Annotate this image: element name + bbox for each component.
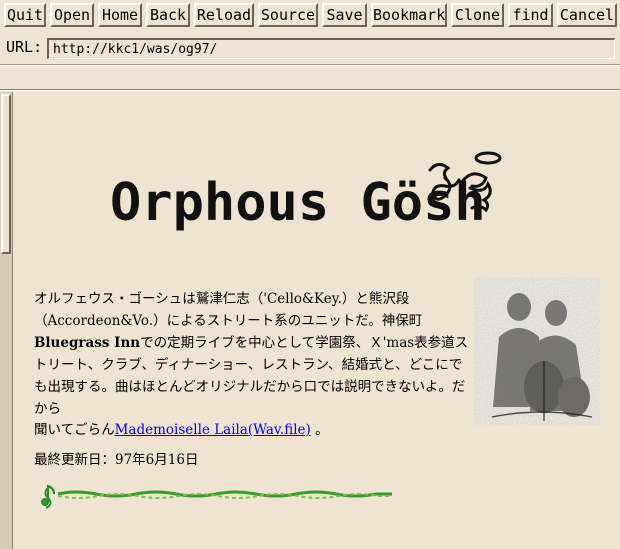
- vine-divider: [36, 480, 396, 514]
- toolbar-divider: [0, 64, 620, 66]
- venue-name: Bluegrass Inn: [34, 335, 141, 351]
- content-top-divider: [0, 89, 620, 91]
- save-button[interactable]: Save: [322, 3, 367, 27]
- listen-prefix: 聞いてごらん: [34, 422, 115, 438]
- source-button[interactable]: Source: [258, 3, 318, 27]
- audio-file-link[interactable]: Mademoiselle Laila(Wav.file): [115, 422, 311, 438]
- find-button[interactable]: find: [508, 3, 553, 27]
- home-button[interactable]: Home: [98, 3, 142, 27]
- clone-button[interactable]: Clone: [451, 3, 504, 27]
- url-input[interactable]: [47, 38, 615, 59]
- description-text-1: オルフェウス・ゴーシュは鷲津仁志（'Cello&Key.）と熊沢段（Accord…: [34, 291, 423, 329]
- scrollbar-thumb[interactable]: [1, 94, 11, 254]
- toolbar: Quit Open Home Back Reload Source Save B…: [0, 0, 620, 32]
- band-photo: [474, 277, 600, 429]
- last-updated: 最終更新日：97年6月16日: [34, 452, 199, 468]
- listen-suffix: 。: [315, 422, 329, 438]
- band-logo: Orphous Gösh: [100, 148, 520, 252]
- url-label: URL:: [6, 38, 43, 56]
- band-logo-text: Orphous Gösh: [110, 173, 486, 233]
- band-description: オルフェウス・ゴーシュは鷲津仁志（'Cello&Key.）と熊沢段（Accord…: [34, 288, 472, 420]
- cancel-button[interactable]: Cancel: [557, 3, 617, 27]
- listen-line: 聞いてごらんMademoiselle Laila(Wav.file) 。: [34, 420, 329, 440]
- reload-button[interactable]: Reload: [194, 3, 254, 27]
- band-logo-artwork: Orphous Gösh: [110, 151, 502, 233]
- vertical-scrollbar[interactable]: [0, 92, 13, 549]
- quit-button[interactable]: Quit: [4, 3, 46, 27]
- back-button[interactable]: Back: [146, 3, 190, 27]
- bookmark-button[interactable]: Bookmark: [371, 3, 447, 27]
- music-note-icon: [41, 484, 55, 509]
- open-button[interactable]: Open: [50, 3, 94, 27]
